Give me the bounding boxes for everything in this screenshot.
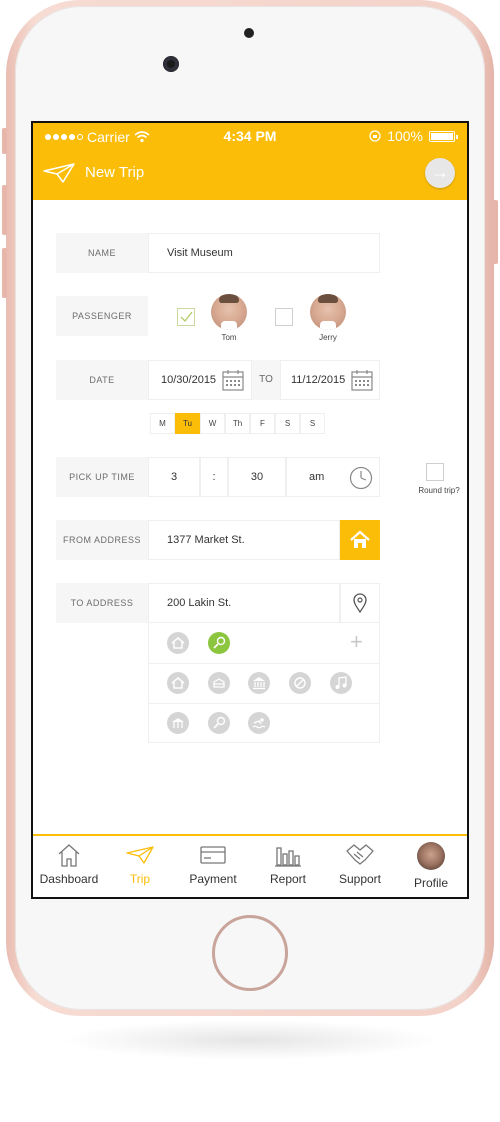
tab-label: Support xyxy=(338,872,382,886)
home-icon[interactable] xyxy=(167,632,189,654)
tab-label: Payment xyxy=(189,872,237,886)
calendar-icon[interactable] xyxy=(222,369,244,391)
front-camera xyxy=(163,56,179,72)
passenger-label: PASSENGER xyxy=(56,296,148,336)
next-arrow-button[interactable]: → xyxy=(425,158,455,188)
park-icon[interactable] xyxy=(167,712,189,734)
to-address-input[interactable]: 200 Lakin St. xyxy=(148,583,340,623)
home-address-button[interactable] xyxy=(340,520,380,560)
pickup-hour-input[interactable]: 3 xyxy=(148,457,200,497)
start-date-input[interactable]: 10/30/2015 xyxy=(148,360,252,400)
soccer-icon[interactable] xyxy=(208,632,230,654)
passenger-name-jerry: Jerry xyxy=(319,333,337,342)
calendar-icon[interactable] xyxy=(351,369,373,391)
baseball-icon[interactable] xyxy=(289,672,311,694)
date-label: DATE xyxy=(56,360,148,400)
tab-label: Dashboard xyxy=(39,872,99,886)
volume-up-button xyxy=(2,185,7,235)
avatar-tom[interactable] xyxy=(211,294,247,330)
tab-profile[interactable]: Profile xyxy=(395,842,467,890)
location-pin-button[interactable] xyxy=(340,583,380,623)
weekday-thu[interactable]: Th xyxy=(225,413,250,434)
pickup-time-separator: : xyxy=(200,457,228,497)
bar-chart-icon xyxy=(275,847,301,867)
tab-label: Report xyxy=(269,872,307,886)
tab-label: Profile xyxy=(413,876,448,890)
checkmark-icon xyxy=(180,311,193,322)
pickup-period-value: am xyxy=(309,471,325,483)
weekday-mon[interactable]: M xyxy=(150,413,175,434)
start-date-value: 10/30/2015 xyxy=(161,374,217,386)
bottom-tab-bar: Dashboard Trip Payment Report Support Pr… xyxy=(33,834,467,897)
name-label: NAME xyxy=(56,233,148,273)
power-button xyxy=(493,200,498,264)
page-title: New Trip xyxy=(85,164,145,181)
weekday-sun[interactable]: S xyxy=(300,413,325,434)
weekday-fri[interactable]: F xyxy=(250,413,275,434)
passenger-checkbox-tom[interactable] xyxy=(177,308,195,326)
home-icon xyxy=(350,530,370,548)
nav-bar: New Trip → xyxy=(33,149,467,200)
add-place-icon[interactable]: + xyxy=(350,631,363,653)
music-icon[interactable] xyxy=(330,672,352,694)
pickup-period-select[interactable]: am xyxy=(286,457,380,497)
app-screen: Carrier 4:34 PM 100% New Trip → NAME Vis… xyxy=(31,121,469,899)
earpiece-dot xyxy=(244,28,254,38)
passenger-name-tom: Tom xyxy=(221,333,237,342)
tab-dashboard[interactable]: Dashboard xyxy=(33,842,105,886)
trip-name-input[interactable]: Visit Museum xyxy=(148,233,380,273)
paper-plane-icon xyxy=(43,163,75,183)
from-address-input[interactable]: 1377 Market St. xyxy=(148,520,340,560)
volume-down-button xyxy=(2,248,7,298)
battery-icon xyxy=(429,130,458,142)
phone-shadow xyxy=(60,1020,440,1060)
weekday-wed[interactable]: W xyxy=(200,413,225,434)
handshake-icon xyxy=(346,844,374,865)
tab-trip[interactable]: Trip xyxy=(104,842,176,886)
clock-icon xyxy=(349,466,373,490)
battery-percent: 100% xyxy=(387,128,423,144)
tab-support[interactable]: Support xyxy=(324,842,396,886)
passenger-checkbox-jerry[interactable] xyxy=(275,308,293,326)
credit-card-icon xyxy=(200,846,226,864)
end-date-input[interactable]: 11/12/2015 xyxy=(280,360,380,400)
end-date-value: 11/12/2015 xyxy=(291,374,346,386)
house-icon xyxy=(58,844,80,867)
round-trip-label: Round trip? xyxy=(418,486,460,495)
weekday-tue[interactable]: Tu xyxy=(175,413,200,434)
date-to-label: TO xyxy=(252,360,280,400)
home-icon[interactable] xyxy=(167,672,189,694)
status-bar: Carrier 4:34 PM 100% xyxy=(33,123,467,149)
museum-icon[interactable] xyxy=(248,672,270,694)
school-icon[interactable] xyxy=(208,672,230,694)
top-bar: Carrier 4:34 PM 100% New Trip → xyxy=(33,123,467,200)
to-address-label: TO ADDRESS xyxy=(56,583,148,623)
weekday-sat[interactable]: S xyxy=(275,413,300,434)
tab-label: Trip xyxy=(129,872,151,886)
round-trip-checkbox[interactable] xyxy=(426,463,444,481)
pickup-minute-input[interactable]: 30 xyxy=(228,457,286,497)
paper-plane-icon xyxy=(126,846,154,864)
tab-report[interactable]: Report xyxy=(252,842,324,886)
profile-photo xyxy=(417,842,445,870)
soccer-icon[interactable] xyxy=(208,712,230,734)
location-pin-icon xyxy=(353,593,367,613)
from-address-label: FROM ADDRESS xyxy=(56,520,148,560)
avatar-jerry[interactable] xyxy=(310,294,346,330)
swimming-icon[interactable] xyxy=(248,712,270,734)
rotation-lock-icon xyxy=(369,130,381,142)
home-button[interactable] xyxy=(212,915,288,991)
pickup-time-label: PICK UP TIME xyxy=(56,457,148,497)
tab-payment[interactable]: Payment xyxy=(177,842,249,886)
mute-switch xyxy=(2,128,7,154)
